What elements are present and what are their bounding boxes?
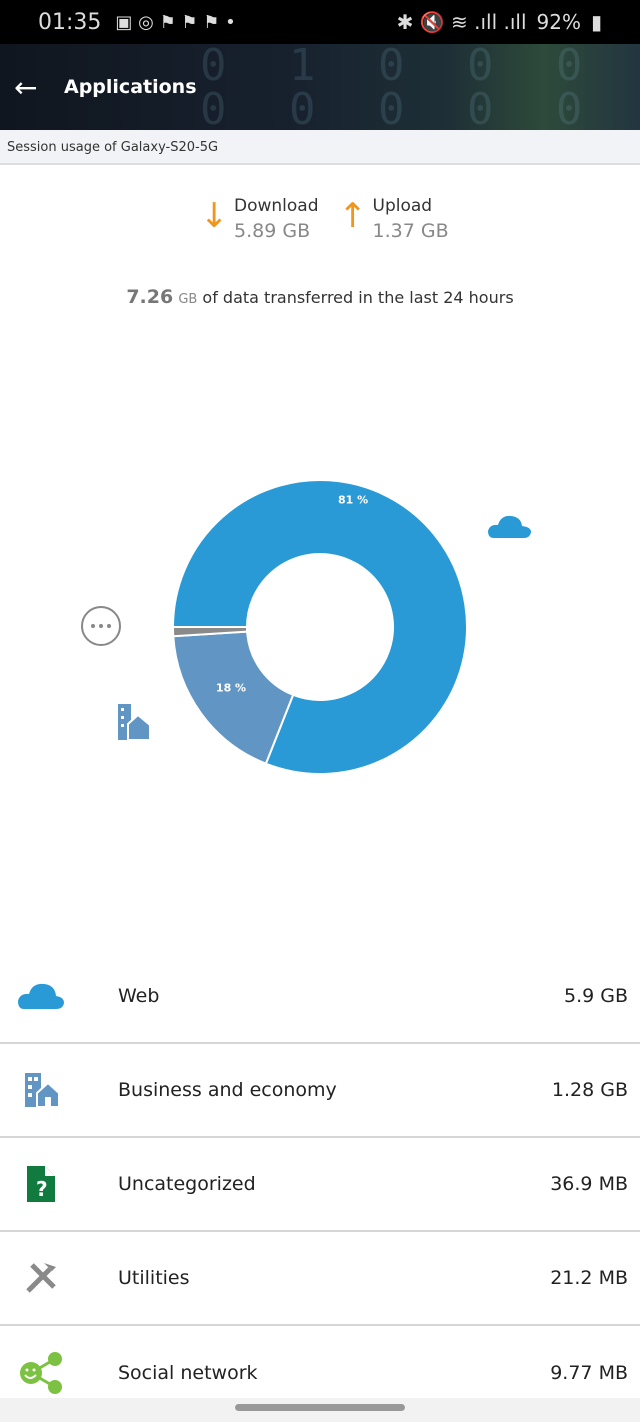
cloud-icon [488, 515, 531, 538]
download-arrow-icon: ↓ [200, 196, 229, 236]
cloud-icon [18, 983, 64, 1009]
category-size: 9.77 MB [550, 1362, 628, 1384]
upload-arrow-icon: ↑ [338, 196, 368, 236]
notification-icons: ▣ ◎ ⚑ ⚑ ⚑ • [115, 11, 236, 33]
home-gesture-handle[interactable] [235, 1404, 405, 1411]
summary-amount: 7.26 [126, 286, 174, 308]
battery-icon: ▮ [590, 10, 602, 34]
category-size: 36.9 MB [550, 1173, 628, 1195]
download-value: 5.89 GB [234, 220, 311, 242]
app-bar: 0 1 0 0 0 0 0 0 1 00 0 0 0 0 0 0 0 0 0 ←… [0, 44, 640, 130]
more-icon [81, 606, 121, 646]
list-item[interactable]: ? Uncategorized 36.9 MB [0, 1138, 640, 1232]
summary-text: 7.26 GB of data transferred in the last … [0, 286, 640, 308]
upload-value: 1.37 GB [372, 220, 449, 242]
business-icon [25, 1073, 59, 1108]
uncategorized-icon: ? [27, 1166, 55, 1202]
connectivity-icons: ✱ 🔇 ≋ .ıll .ıll [396, 10, 527, 34]
battery-level: 92% [536, 10, 581, 34]
list-item[interactable]: Web 5.9 GB [0, 950, 640, 1044]
business-icon [118, 704, 151, 741]
donut-label: 81 % [338, 493, 368, 506]
category-name: Uncategorized [118, 1173, 256, 1195]
category-name: Social network [118, 1362, 258, 1384]
navigation-bar [0, 1398, 640, 1422]
summary-unit: GB [178, 292, 198, 307]
upload-label: Upload [372, 196, 433, 216]
session-subtitle: Session usage of Galaxy-S20-5G [0, 130, 640, 165]
list-item[interactable]: Utilities 21.2 MB [0, 1232, 640, 1326]
category-name: Web [118, 985, 160, 1007]
category-list: Web 5.9 GB Business and economy 1.28 GB ? U… [0, 950, 640, 1420]
summary-description: of data transferred in the last 24 hours [202, 288, 514, 307]
header-background: 0 1 0 0 0 0 0 0 1 00 0 0 0 0 0 0 0 0 0 [200, 44, 640, 130]
category-size: 21.2 MB [550, 1267, 628, 1289]
category-size: 5.9 GB [563, 985, 628, 1007]
download-label: Download [234, 196, 319, 216]
back-button[interactable]: ← [14, 71, 54, 104]
utilities-icon [26, 1263, 56, 1293]
category-name: Business and economy [118, 1079, 337, 1101]
category-size: 1.28 GB [551, 1079, 628, 1101]
status-bar: 01:35 ▣ ◎ ⚑ ⚑ ⚑ • ✱ 🔇 ≋ .ıll .ıll 92% ▮ [0, 0, 640, 44]
social-network-icon [20, 1352, 62, 1394]
list-item[interactable]: Business and economy 1.28 GB [0, 1044, 640, 1138]
svg-text:?: ? [36, 1177, 48, 1201]
status-time: 01:35 [38, 9, 102, 35]
transfer-stats: ↓ Download 5.89 GB ↑ Upload 1.37 GB [200, 196, 449, 242]
usage-donut-chart: 81 % 18 % [81, 479, 531, 775]
page-title: Applications [64, 76, 197, 98]
category-name: Utilities [118, 1267, 190, 1289]
donut-label: 18 % [216, 682, 246, 695]
